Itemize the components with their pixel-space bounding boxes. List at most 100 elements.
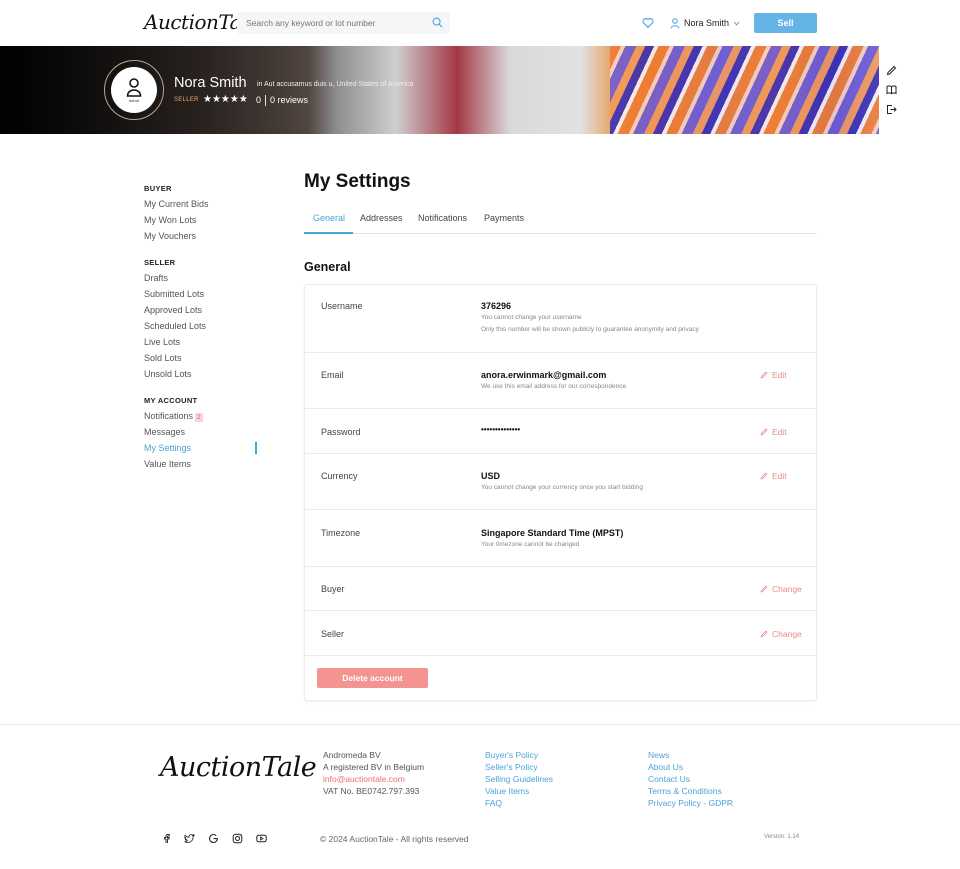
currency-label: Currency [321,471,358,481]
edit-currency-button[interactable]: Edit [760,471,787,481]
rating-stars: ★★★★★ [203,94,248,105]
footer-link-news[interactable]: News [648,750,669,760]
user-menu[interactable]: Nora Smith [670,16,740,30]
seller-label: Seller [321,629,345,639]
avatar[interactable]: adroit [104,60,164,120]
youtube-icon[interactable] [256,833,267,844]
instagram-icon[interactable] [232,833,243,844]
sidebar-heading-seller: SELLER [144,258,176,267]
sidebar-item-drafts[interactable]: Drafts [144,273,168,283]
google-icon[interactable] [208,833,219,844]
buyer-label: Buyer [321,584,345,594]
row-divider [305,610,816,611]
timezone-value: Singapore Standard Time (MPST) [481,528,624,538]
footer-link-faq[interactable]: FAQ [485,798,502,808]
sidebar-item-scheduled-lots[interactable]: Scheduled Lots [144,321,206,331]
company-email-link[interactable]: info@auctiontale.com [323,774,405,784]
divider [265,95,266,106]
edit-email-button[interactable]: Edit [760,370,787,380]
edit-label: Edit [772,471,787,481]
change-buyer-button[interactable]: Change [760,584,802,594]
chevron-down-icon [733,21,740,26]
delete-account-button[interactable]: Delete account [317,668,428,688]
email-label: Email [321,370,344,380]
email-value: anora.erwinmark@gmail.com [481,370,607,380]
sidebar-item-my-settings[interactable]: My Settings [144,443,191,453]
sidebar-item-vouchers[interactable]: My Vouchers [144,231,196,241]
footer-link-terms[interactable]: Terms & Conditions [648,786,722,796]
sidebar-item-sold-lots[interactable]: Sold Lots [144,353,182,363]
company-vat: VAT No. BE0742.797.393 [323,786,420,796]
row-divider [305,453,816,454]
twitter-icon[interactable] [184,833,195,844]
tab-notifications[interactable]: Notifications [418,213,467,223]
timezone-hint: Your timezone cannot be changed [481,541,580,548]
tab-payments[interactable]: Payments [484,213,524,223]
company-registration: A registered BV in Belgium [323,762,425,772]
facebook-icon[interactable] [161,833,172,844]
search-icon[interactable] [432,17,443,28]
section-title: General [304,260,351,274]
sidebar-item-submitted-lots[interactable]: Submitted Lots [144,289,204,299]
sidebar-heading-account: MY ACCOUNT [144,396,198,405]
username-value: 376296 [481,301,512,311]
edit-label: Edit [772,370,787,380]
company-name: Andromeda BV [323,750,381,760]
settings-panel [304,284,817,701]
email-hint: We use this email address for our corres… [481,383,627,390]
password-label: Password [321,427,361,437]
sidebar-item-notifications[interactable]: Notifications 2 [144,411,203,422]
sidebar-item-unsold-lots[interactable]: Unsold Lots [144,369,192,379]
reviews-link[interactable]: 0 reviews [270,95,308,105]
banner-art [610,46,879,134]
footer-link-buyers-policy[interactable]: Buyer's Policy [485,750,538,760]
footer-link-selling-guidelines[interactable]: Selling Guidelines [485,774,553,784]
tab-general[interactable]: General [313,213,345,223]
footer-link-contact-us[interactable]: Contact Us [648,774,690,784]
password-value: •••••••••••••• [481,425,521,434]
sell-button[interactable]: Sell [754,13,817,33]
pencil-icon [760,428,768,436]
heart-icon[interactable] [642,17,654,29]
footer-link-about-us[interactable]: About Us [648,762,683,772]
change-seller-button[interactable]: Change [760,629,802,639]
version-label: Version: 1.14 [764,834,800,840]
sidebar-item-label: Notifications [144,411,194,421]
username-hint-privacy: Only this number will be shown publicly … [481,326,699,333]
active-tab-underline [304,232,353,234]
change-label: Change [772,584,802,594]
row-divider [305,566,816,567]
avatar-inner: adroit [111,67,157,113]
banner-shade [0,46,340,134]
timezone-label: Timezone [321,528,361,538]
sidebar-item-won-lots[interactable]: My Won Lots [144,215,196,225]
tabs-divider [304,233,817,234]
rating-value: 0 [256,95,262,105]
book-icon[interactable] [886,84,897,95]
footer-link-privacy[interactable]: Privacy Policy - GDPR [648,798,733,808]
sidebar-item-current-bids[interactable]: My Current Bids [144,199,209,209]
change-label: Change [772,629,802,639]
sidebar-item-value-items[interactable]: Value Items [144,459,191,469]
pencil-icon [760,630,768,638]
avatar-icon [126,77,142,97]
pencil-icon [760,585,768,593]
row-divider [305,509,816,510]
pencil-icon [760,371,768,379]
logout-icon[interactable] [886,104,897,115]
tab-addresses[interactable]: Addresses [360,213,403,223]
sidebar-item-approved-lots[interactable]: Approved Lots [144,305,202,315]
footer-link-sellers-policy[interactable]: Seller's Policy [485,762,538,772]
pencil-icon [760,472,768,480]
pencil-icon[interactable] [886,65,897,76]
search-box [237,12,450,34]
footer-link-value-items[interactable]: Value Items [485,786,529,796]
profile-location: in Aut accusamus duis u, United States o… [257,81,414,88]
sidebar-item-messages[interactable]: Messages [144,427,185,437]
edit-password-button[interactable]: Edit [760,427,787,437]
sidebar-item-live-lots[interactable]: Live Lots [144,337,180,347]
row-divider [305,352,816,353]
search-input[interactable] [237,12,417,34]
user-name: Nora Smith [684,18,730,28]
username-label: Username [321,301,363,311]
